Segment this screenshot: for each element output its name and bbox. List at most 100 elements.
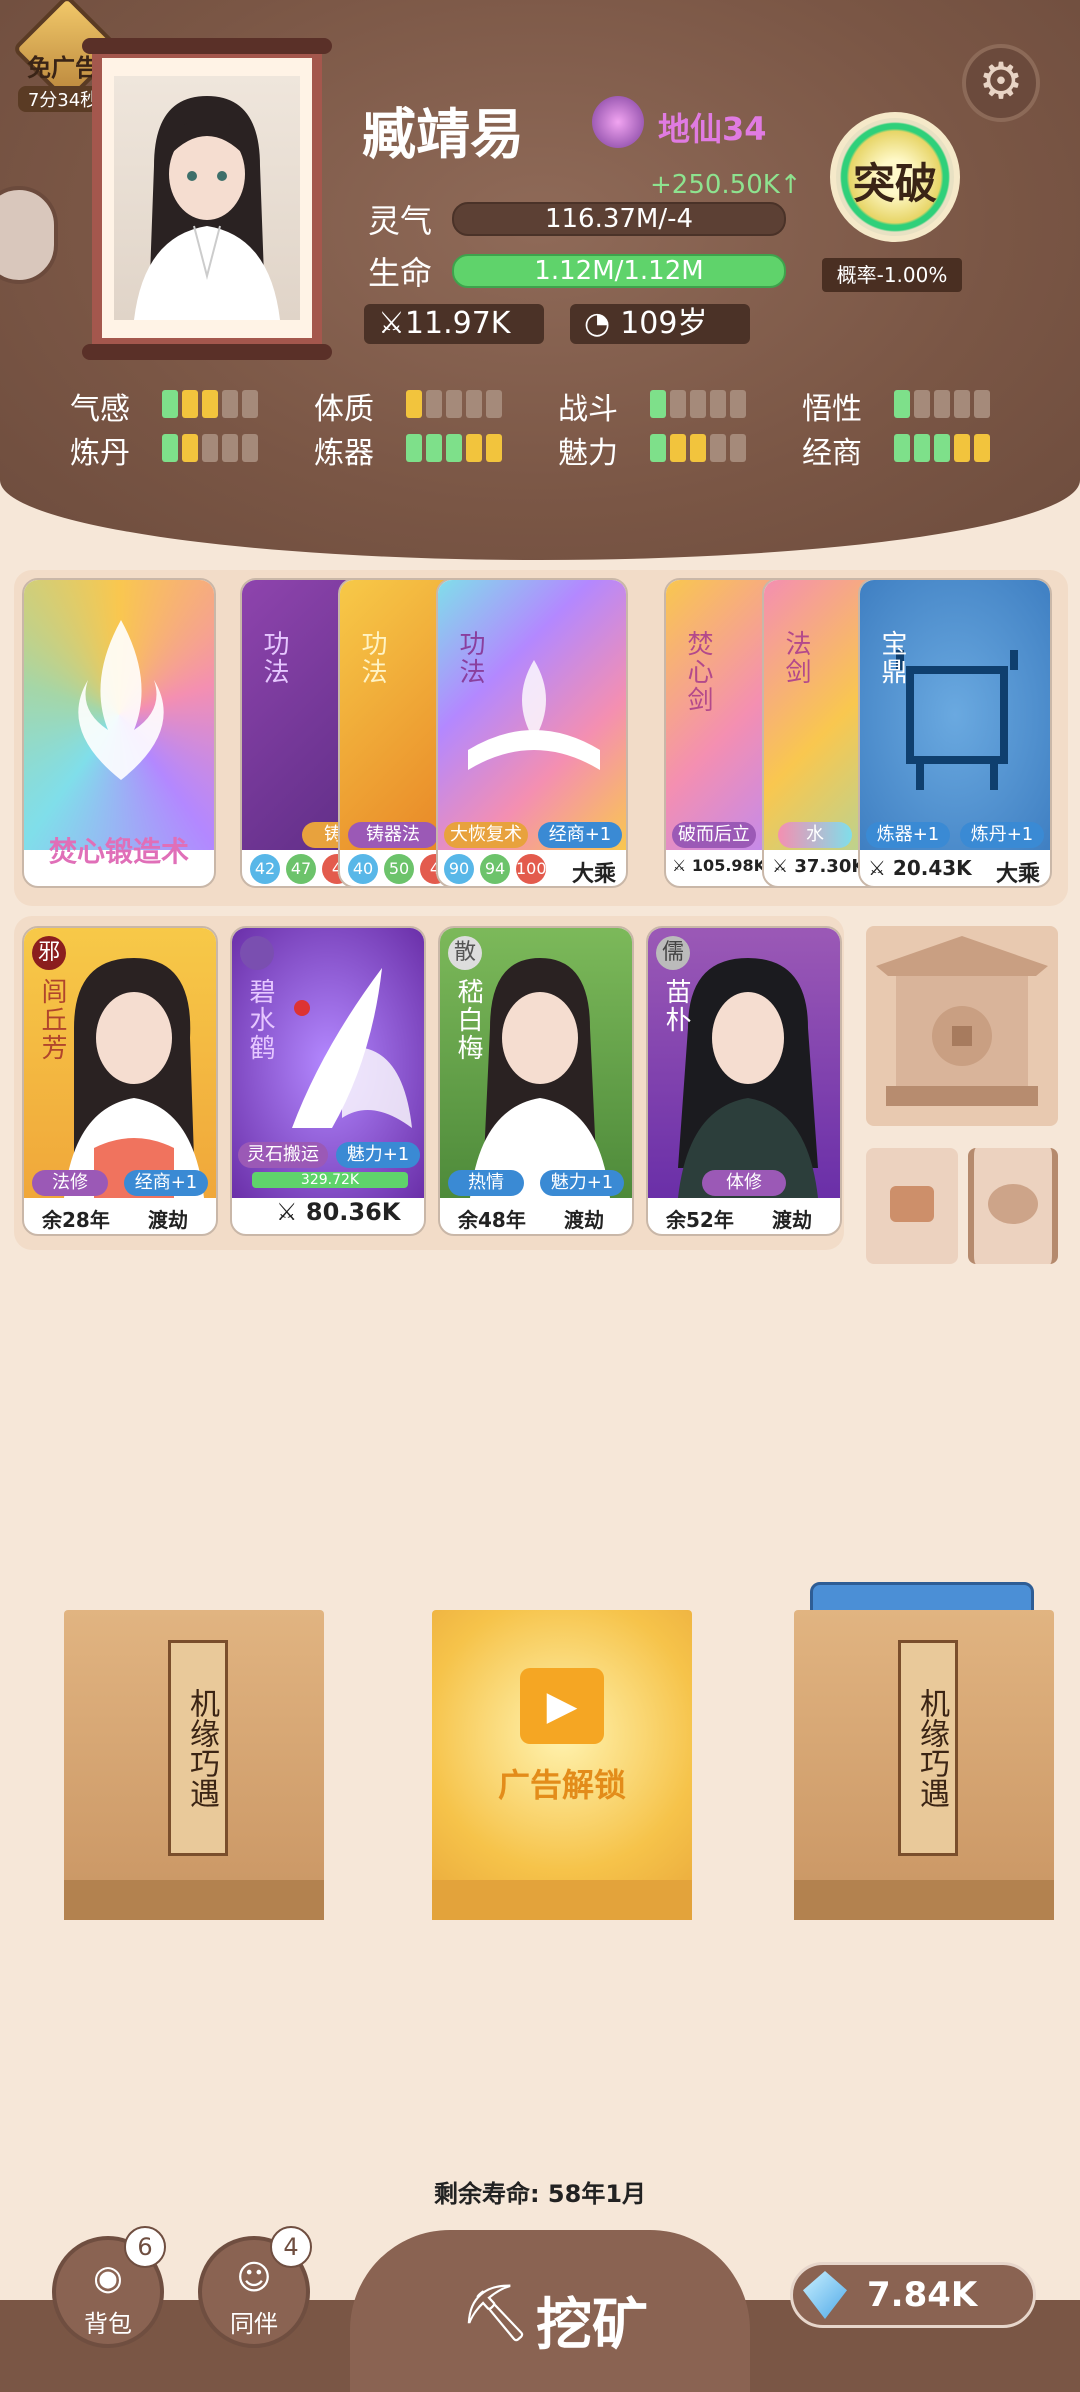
faction-badge [240,936,274,970]
faction-badge: 散 [448,936,482,970]
pack-label: 机缘巧遇 [168,1640,228,1856]
companion-name: 嵇白梅 [453,978,483,1062]
pack-label: 机缘巧遇 [898,1640,958,1856]
art-card[interactable]: 焚心锻造术 [22,578,216,888]
card-tag: 体修 [702,1170,786,1196]
breakthrough-probability: 概率-1.00% [822,258,962,292]
attr-level-segment [406,434,422,462]
lingqi-bar: 116.37M/-4 [452,202,786,236]
attr-level-segment [446,390,462,418]
lingqi-label: 灵气 [368,202,433,240]
attr-bar-7 [894,434,990,462]
attr-level-segment [690,434,706,462]
sect-building-button[interactable] [866,926,1058,1126]
attr-level-segment [202,434,218,462]
fortune-pack[interactable]: 机缘巧遇 [64,1610,324,1920]
scroll-button[interactable] [968,1148,1058,1264]
attr-level-segment [954,434,970,462]
mine-button[interactable]: ⛏ 挖矿 [350,2230,750,2392]
attr-level-segment [934,434,950,462]
breakthrough-button[interactable]: 突破 [830,112,960,242]
attr-label: 战斗 [558,392,618,427]
attr-level-segment [974,434,990,462]
art-card-image [24,580,214,850]
pack-band [794,1880,1054,1920]
attr-label: 炼器 [314,436,374,471]
card-type: 功法 [259,630,289,686]
attr-level-segment [934,390,950,418]
stat-circle: 47 [286,854,316,884]
companion-card[interactable]: 碧水鹤 灵石搬运 魅力+1 329.72K ⚔ 80.36K [230,926,426,1236]
player-portrait[interactable] [82,38,332,360]
weapon-name: 法剑 [781,630,811,686]
attr-bar-0 [162,390,258,418]
card-tag: 热情 [448,1170,524,1196]
attr-level-segment [974,390,990,418]
card-tag: 破而后立 [672,822,756,848]
card-type: 功法 [357,630,387,686]
companion-card[interactable]: 散 嵇白梅 热情 魅力+1 余48年 渡劫 [438,926,634,1236]
realm-badge: 地仙34 [592,96,772,148]
companion-card[interactable]: 儒 苗朴 体修 余52年 渡劫 [646,926,842,1236]
attr-level-segment [162,390,178,418]
companion-lifespan: 余48年 [458,1208,526,1232]
attr-level-segment [954,390,970,418]
clock-icon: ◔ [584,306,611,341]
pack-band [432,1880,692,1920]
attr-level-segment [406,390,422,418]
attr-level-segment [710,434,726,462]
weapon-card[interactable]: 宝鼎 炼器+1 炼丹+1 ⚔ 20.43K 大乘 [858,578,1052,888]
companion-state: 渡劫 [772,1208,812,1232]
card-tag: 经商+1 [124,1170,208,1196]
companion-card[interactable]: 邪 闾丘芳 法修 经商+1 余28年 渡劫 [22,926,218,1236]
attr-bar-4 [162,434,258,462]
art-card-title: 焚心锻造术 [48,835,189,868]
breakthrough-label: 突破 [852,159,937,208]
attr-level-segment [670,434,686,462]
attr-level-segment [426,390,442,418]
age-value: 109岁 [620,306,708,341]
card-tag: 法修 [32,1170,108,1196]
sword-icon: ⚔ [772,856,795,877]
partner-button[interactable]: 4 ☺ 同伴 [198,2226,312,2348]
attr-level-segment [182,434,198,462]
weapon-name: 焚心剑 [683,630,713,714]
weapon-power: ⚔ 105.98K [672,856,767,875]
gongfa-card[interactable]: 功法 大恢复术 经商+1 90 94 100 大乘 [436,578,628,888]
attr-label: 气感 [70,392,130,427]
attr-level-segment [486,434,502,462]
card-tag: 炼器+1 [866,822,950,848]
attr-item: 炼丹 [70,428,130,472]
partner-icon: ☺ [236,2258,272,2298]
pickaxe-icon: ⛏ [460,2281,532,2346]
attr-bar-3 [894,390,990,418]
ad-unlock-pack[interactable]: ▶ 广告解锁 [432,1610,692,1920]
attr-level-segment [242,390,258,418]
bag-button[interactable]: 6 ◉ 背包 [52,2226,166,2348]
scroll-rod-top [82,38,332,54]
attr-level-segment [466,390,482,418]
attr-bar-2 [650,390,746,418]
settings-gear-icon[interactable]: ⚙ [962,44,1040,122]
diamond-balance[interactable]: 7.84K [790,2262,1036,2328]
attr-level-segment [650,434,666,462]
attr-level-segment [466,434,482,462]
chest-icon [890,1186,934,1222]
attr-level-segment [650,390,666,418]
attr-item: 战斗 [558,384,618,428]
stat-circle: 40 [348,854,378,884]
attr-level-segment [486,390,502,418]
card-tag: 铸器法 [348,822,438,848]
bag-label: 背包 [84,2310,132,2338]
companion-lifespan: 余52年 [666,1208,734,1232]
chest-button[interactable] [866,1148,958,1264]
card-tag: 魅力+1 [540,1170,624,1196]
side-menu-tab[interactable] [0,186,58,284]
companion-lifespan: 余28年 [42,1208,110,1232]
pack-band [64,1880,324,1920]
avatar [114,76,300,320]
attr-level-segment [242,434,258,462]
attr-level-segment [182,390,198,418]
fortune-pack[interactable]: 机缘巧遇 [794,1610,1054,1920]
scroll-icon [988,1184,1038,1224]
